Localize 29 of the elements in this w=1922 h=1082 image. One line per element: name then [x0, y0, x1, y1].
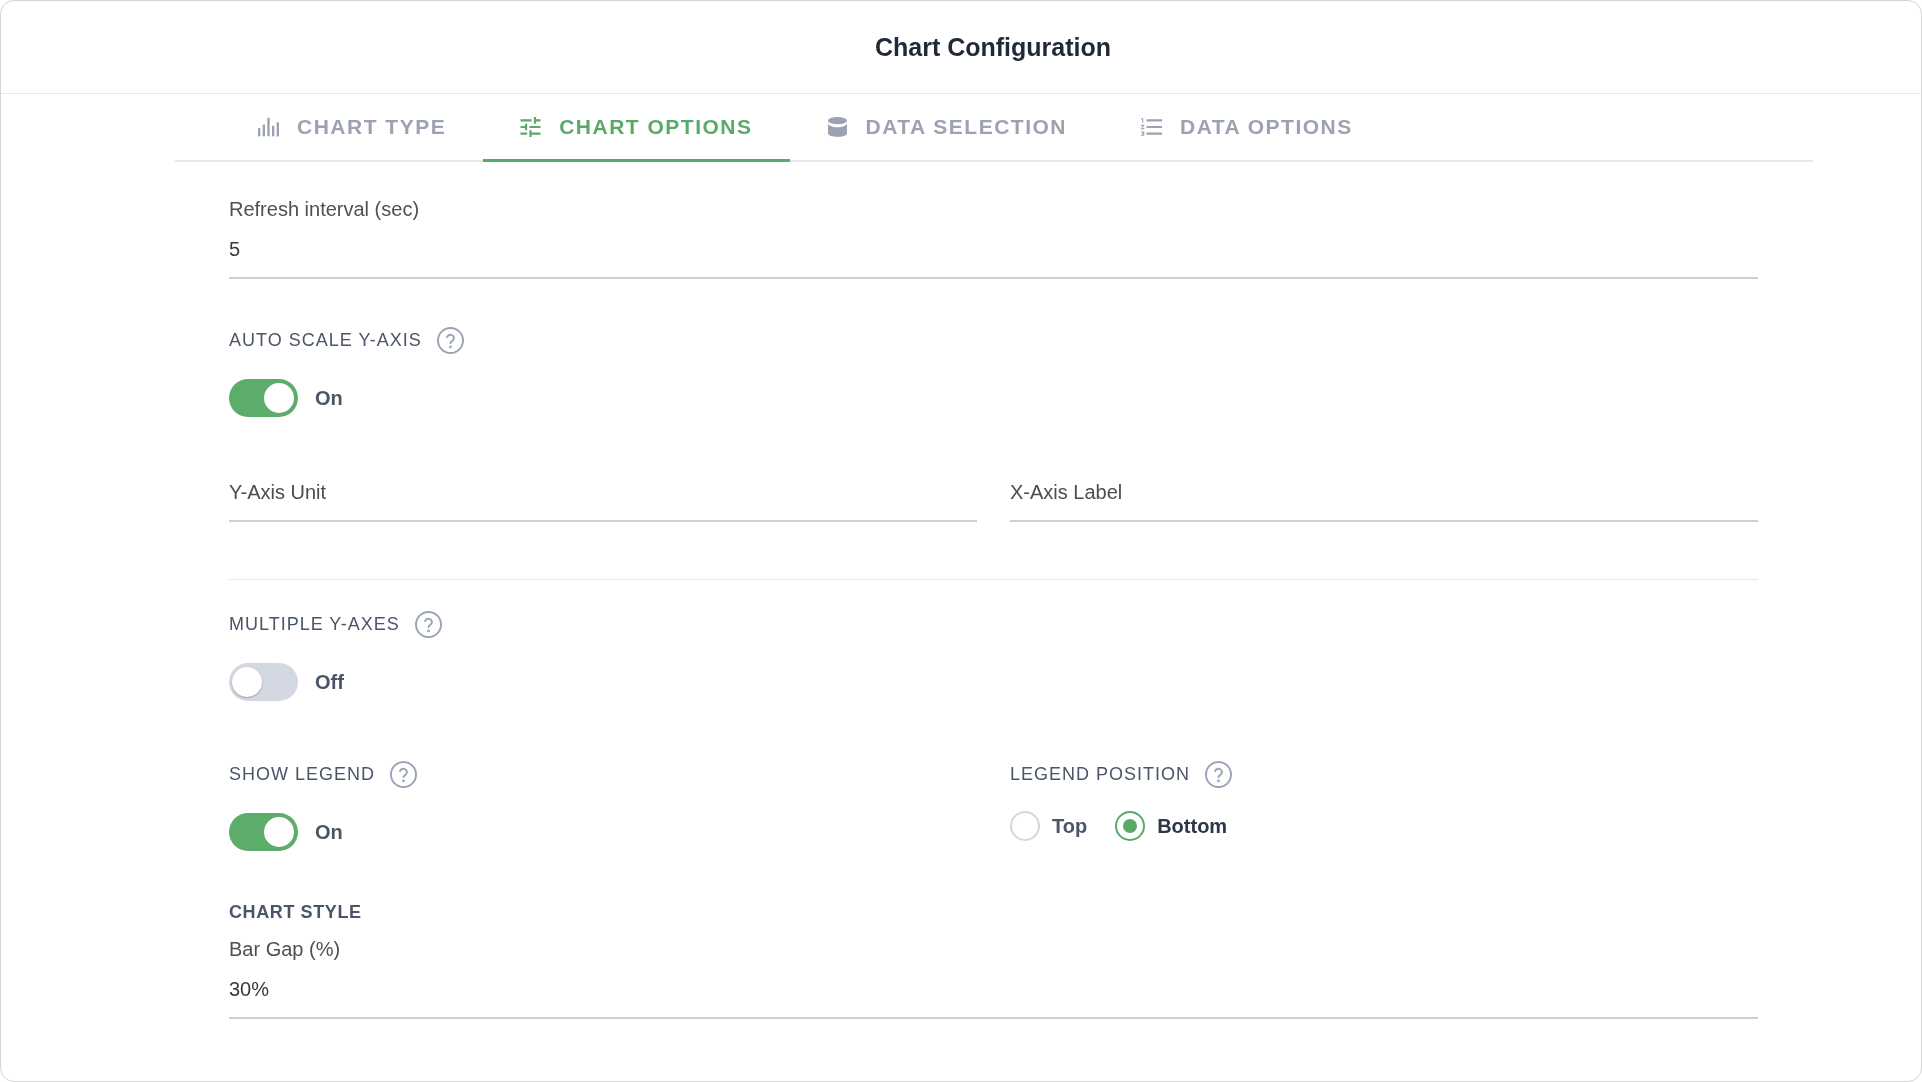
radio-button[interactable] [1115, 811, 1146, 841]
section-heading: CHART STYLE [229, 901, 362, 923]
numbered-list-icon [1141, 116, 1162, 137]
toggle-switch[interactable] [229, 813, 298, 851]
database-icon [826, 116, 848, 137]
section-label: SHOW LEGEND [229, 763, 376, 786]
input-field[interactable]: X-Axis Label [1010, 470, 1758, 522]
panel-title: Chart Configuration [874, 32, 1112, 62]
input-field[interactable]: 30% [229, 969, 1758, 1019]
input-field[interactable]: Y-Axis Unit [229, 470, 977, 522]
radio-label[interactable]: Bottom [1157, 814, 1228, 838]
section-label: LEGEND POSITION [1010, 763, 1191, 786]
help-icon[interactable] [436, 326, 464, 354]
help-icon[interactable] [1205, 760, 1233, 788]
sliders-icon [520, 116, 542, 137]
toggle-switch[interactable] [229, 379, 298, 417]
bar-chart-icon [258, 116, 279, 137]
toggle-state-label: On [315, 820, 343, 844]
help-icon[interactable] [390, 760, 418, 788]
help-icon[interactable] [414, 610, 442, 638]
section-label: AUTO SCALE Y-AXIS [229, 329, 422, 352]
toggle-state-label: Off [315, 670, 344, 694]
input-field[interactable]: 5 [229, 229, 1758, 279]
field-label: Bar Gap (%) [229, 937, 341, 961]
section-label: MULTIPLE Y-AXES [229, 613, 400, 636]
toggle-state-label: On [315, 386, 343, 410]
toggle-switch[interactable] [229, 663, 298, 701]
field-label: Refresh interval (sec) [229, 197, 420, 221]
radio-label[interactable]: Top [1052, 814, 1088, 838]
